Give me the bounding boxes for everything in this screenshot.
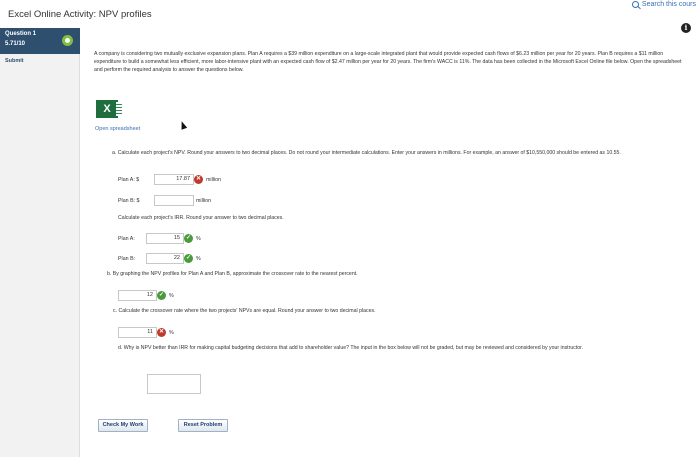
npv-plan-a-input[interactable]: 17.87 (154, 174, 194, 185)
progress-ring-icon (62, 35, 73, 46)
check-my-work-button[interactable]: Check My Work (98, 419, 148, 432)
activity-title: Excel Online Activity: NPV profiles (8, 9, 152, 20)
top-bar: Excel Online Activity: NPV profiles Sear… (0, 0, 700, 28)
irr-plan-a-label: Plan A: (118, 236, 135, 242)
problem-statement: A company is considering two mutually ex… (94, 51, 682, 73)
correct-check-icon: ✓ (157, 291, 166, 300)
irr-instruction: Calculate each project's IRR. Round your… (118, 215, 284, 221)
correct-check-icon: ✓ (184, 254, 193, 263)
search-label: Search this cours (641, 1, 696, 8)
crossover-rate-unit: % (169, 330, 174, 336)
irr-plan-b-input[interactable]: 22 (146, 253, 184, 264)
correct-check-icon: ✓ (184, 234, 193, 243)
irr-plan-a-unit: % (196, 236, 201, 242)
part-d-instruction: d. Why is NPV better than IRR for making… (118, 345, 584, 351)
question-nav-item[interactable]: Question 1 5.71/10 (0, 28, 80, 54)
search-course-link[interactable]: Search this cours (631, 1, 696, 8)
crossover-rate-input[interactable]: 11 (118, 327, 157, 338)
npv-plan-a-label: Plan A: $ (118, 177, 140, 183)
info-icon[interactable]: i (681, 23, 691, 33)
irr-plan-a-input[interactable]: 15 (146, 233, 184, 244)
npv-plan-b-unit: million (196, 198, 212, 204)
npv-plan-b-label: Plan B: $ (118, 198, 140, 204)
part-b-instruction: b. By graphing the NPV profiles for Plan… (107, 271, 358, 277)
crossover-estimate-input[interactable]: 12 (118, 290, 157, 301)
search-icon (631, 1, 639, 8)
npv-plan-a-unit: million (206, 177, 222, 183)
irr-plan-b-unit: % (196, 256, 201, 262)
npv-plan-b-input[interactable] (154, 195, 194, 206)
mouse-cursor-icon (178, 120, 188, 130)
question-sidebar: Question 1 5.71/10 Submit (0, 28, 80, 457)
submit-link[interactable]: Submit (5, 58, 24, 64)
essay-answer-input[interactable] (147, 374, 201, 394)
question-title: Question 1 (5, 31, 37, 37)
question-score: 5.71/10 (5, 41, 26, 47)
excel-icon[interactable]: X (96, 100, 122, 118)
part-c-instruction: c. Calculate the crossover rate where th… (113, 308, 376, 314)
crossover-estimate-unit: % (169, 293, 174, 299)
open-spreadsheet-link[interactable]: Open spreadsheet (95, 126, 140, 132)
incorrect-x-icon: ✕ (157, 328, 166, 337)
reset-problem-button[interactable]: Reset Problem (178, 419, 228, 432)
incorrect-x-icon: ✕ (194, 175, 203, 184)
irr-plan-b-label: Plan B: (118, 256, 136, 262)
part-a-instruction: a. Calculate each project's NPV. Round y… (112, 150, 621, 156)
